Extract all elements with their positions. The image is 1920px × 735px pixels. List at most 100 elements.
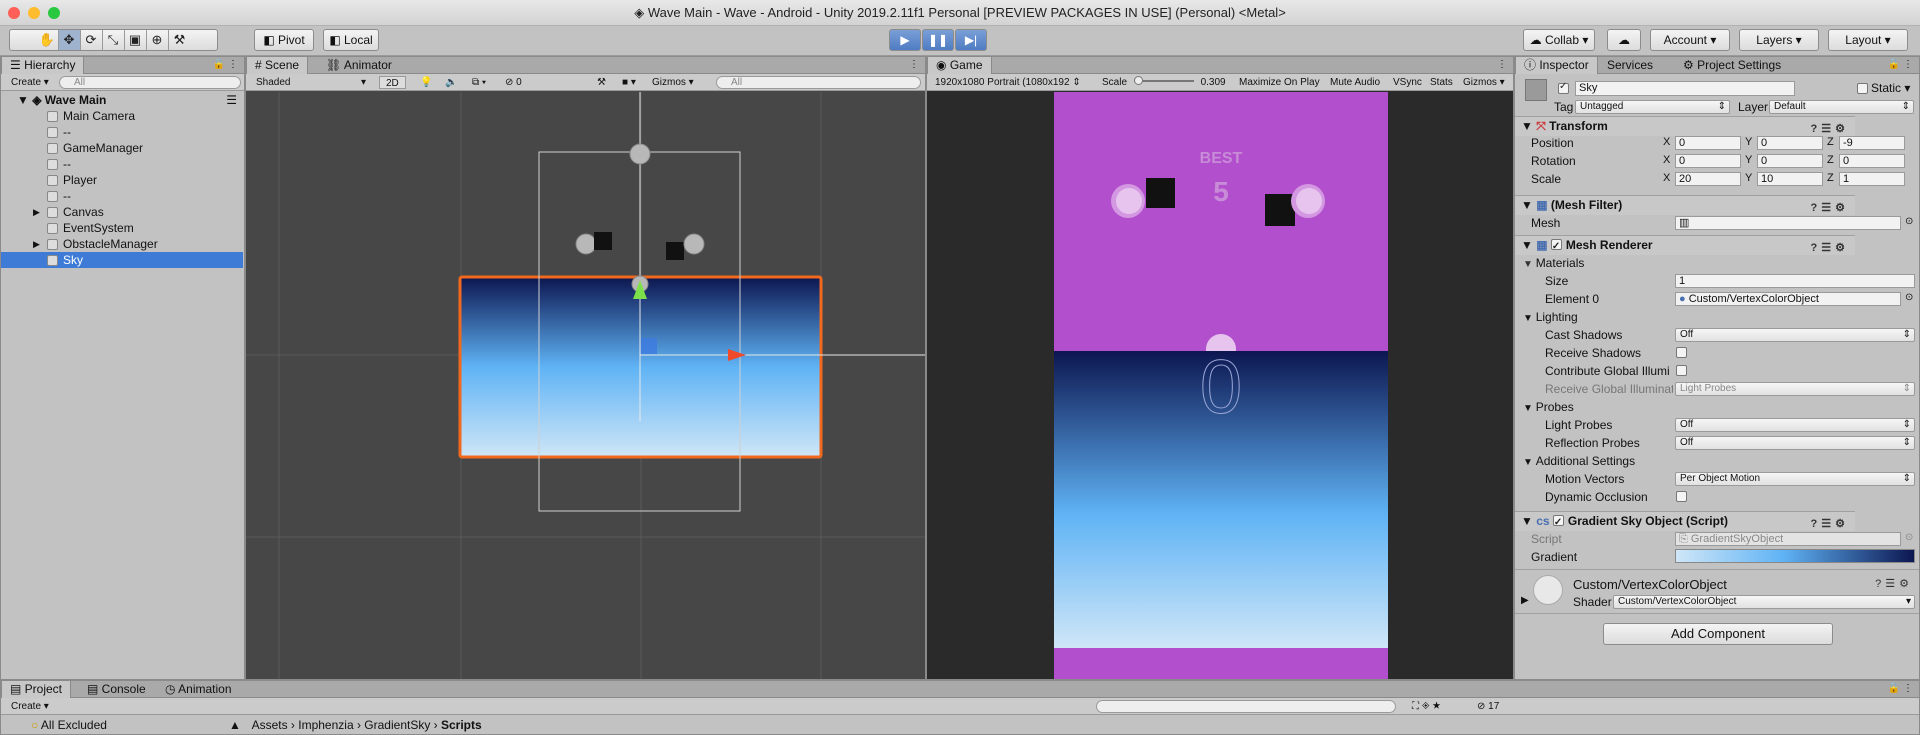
project-menu-icon[interactable]: 🔒 ⋮	[1888, 683, 1913, 694]
camera-dropdown[interactable]: ■ ▾	[616, 76, 642, 89]
scene-root-row[interactable]: ▼ ◈ Wave Main ☰	[1, 92, 243, 108]
2d-toggle[interactable]: 2D	[379, 76, 406, 89]
hierarchy-item[interactable]: Main Camera	[1, 108, 243, 124]
position-z-field[interactable]: -9	[1839, 136, 1905, 150]
maximize-on-play-toggle[interactable]: Maximize On Play	[1233, 76, 1326, 89]
reflection-probes-dropdown[interactable]: Off ⇕	[1675, 436, 1915, 450]
rotation-z-axis-label[interactable]: Z	[1827, 154, 1834, 166]
position-x-field[interactable]: 0	[1675, 136, 1741, 150]
mesh-filter-header[interactable]: ▼ ▦ (Mesh Filter) ?☰⚙	[1515, 195, 1855, 215]
dynamic-occlusion-checkbox[interactable]	[1676, 491, 1687, 502]
expand-arrow-icon[interactable]: ▶	[33, 204, 40, 220]
cast-shadows-dropdown[interactable]: Off ⇕	[1675, 328, 1915, 342]
hierarchy-item[interactable]: EventSystem	[1, 220, 243, 236]
rotation-x-axis-label[interactable]: X	[1663, 154, 1670, 166]
project-filter-icons[interactable]: ⛶ ◈ ★	[1406, 700, 1446, 713]
panel-menu-icon[interactable]: 🔒 ⋮	[213, 59, 238, 70]
scale-tool-icon[interactable]: ⤡	[103, 30, 125, 50]
scale-y-axis-label[interactable]: Y	[1745, 172, 1752, 184]
position-x-axis-label[interactable]: X	[1663, 136, 1670, 148]
hierarchy-item[interactable]: GameManager	[1, 140, 243, 156]
tab-animation[interactable]: ◷ Animation	[157, 681, 240, 698]
scale-slider-track[interactable]	[1133, 76, 1194, 85]
tab-inspector[interactable]: ⓘ Inspector	[1515, 57, 1598, 74]
mute-audio-toggle[interactable]: Mute Audio	[1324, 76, 1386, 89]
hierarchy-search-input[interactable]: All	[59, 76, 241, 89]
transform-tool-icon[interactable]: ⊕	[147, 30, 169, 50]
local-toggle[interactable]: ◧ Local	[323, 29, 379, 51]
hierarchy-item[interactable]: --	[1, 124, 243, 140]
tab-project[interactable]: ▤ Project	[1, 681, 72, 698]
tab-project-settings[interactable]: ⚙ Project Settings	[1675, 57, 1789, 74]
rotate-tool-icon[interactable]: ⟳	[81, 30, 103, 50]
inspector-menu-icon[interactable]: 🔒 ⋮	[1888, 59, 1913, 70]
scale-z-axis-label[interactable]: Z	[1827, 172, 1834, 184]
all-excluded-item[interactable]: ○ All Excluded	[31, 718, 107, 732]
move-tool-icon[interactable]: ✥	[58, 30, 81, 50]
play-button[interactable]: ▶	[889, 29, 921, 51]
rotation-y-axis-label[interactable]: Y	[1745, 154, 1752, 166]
vsync-toggle[interactable]: VSync	[1387, 76, 1428, 89]
game-gizmos-dropdown[interactable]: Gizmos ▾	[1457, 76, 1511, 89]
hierarchy-item[interactable]: --	[1, 188, 243, 204]
position-z-axis-label[interactable]: Z	[1827, 136, 1834, 148]
scale-z-field[interactable]: 1	[1839, 172, 1905, 186]
gradient-field[interactable]	[1675, 549, 1915, 563]
hierarchy-create-dropdown[interactable]: Create ▾	[5, 76, 55, 89]
tab-hierarchy[interactable]: ☰ Hierarchy	[1, 57, 85, 74]
tab-console[interactable]: ▤ Console	[79, 681, 154, 698]
account-dropdown[interactable]: Account ▾	[1650, 29, 1730, 51]
scale-slider[interactable]: Scale 0.309	[1096, 76, 1232, 89]
tools-toggle[interactable]: ⚒	[591, 76, 612, 89]
tab-services[interactable]: Services	[1599, 57, 1661, 74]
collab-dropdown[interactable]: ☁ Collab ▾	[1523, 29, 1595, 51]
shader-dropdown[interactable]: Custom/VertexColorObject ▾	[1613, 595, 1915, 609]
hierarchy-item[interactable]: Sky	[1, 252, 243, 268]
gradient-sky-enabled-checkbox[interactable]	[1552, 513, 1564, 532]
shading-mode-dropdown[interactable]: Shaded ▾	[250, 76, 370, 89]
breadcrumb-assets[interactable]: Assets	[252, 718, 288, 732]
zoom-window-icon[interactable]	[48, 7, 60, 19]
transform-header[interactable]: ▼ ⤧ Transform ?☰⚙	[1515, 116, 1855, 136]
scene-circle-right[interactable]	[683, 233, 705, 255]
probes-foldout[interactable]: ▼ Probes	[1515, 399, 1855, 415]
light-probes-dropdown[interactable]: Off ⇕	[1675, 418, 1915, 432]
hidden-packages-toggle[interactable]: ⊘ 17	[1471, 700, 1505, 713]
scale-y-field[interactable]: 10	[1757, 172, 1823, 186]
game-view[interactable]: BEST 5 0	[1054, 92, 1388, 679]
scene-menu-icon[interactable]: ☰	[226, 92, 237, 108]
mesh-picker-icon[interactable]: ⊙	[1905, 216, 1913, 227]
material-foldout-icon[interactable]: ▶	[1521, 595, 1529, 606]
rotation-z-field[interactable]: 0	[1839, 154, 1905, 168]
position-y-field[interactable]: 0	[1757, 136, 1823, 150]
static-checkbox[interactable]	[1857, 83, 1868, 94]
breadcrumb-scripts[interactable]: Scripts	[441, 718, 482, 732]
motion-vectors-dropdown[interactable]: Per Object Motion ⇕	[1675, 472, 1915, 486]
cloud-button[interactable]: ☁	[1607, 29, 1641, 51]
scene-circle-left[interactable]	[575, 233, 597, 255]
scale-x-field[interactable]: 20	[1675, 172, 1741, 186]
position-y-axis-label[interactable]: Y	[1745, 136, 1752, 148]
minimize-window-icon[interactable]	[28, 7, 40, 19]
scene-circle-top[interactable]	[629, 143, 651, 165]
additional-settings-foldout[interactable]: ▼ Additional Settings	[1515, 453, 1855, 469]
scene-panel-menu-icon[interactable]: ⋮	[909, 59, 919, 70]
object-name-field[interactable]: Sky	[1575, 81, 1795, 96]
tag-dropdown[interactable]: Untagged ⇕	[1575, 100, 1730, 114]
layers-dropdown[interactable]: Layers ▾	[1739, 29, 1819, 51]
rect-tool-icon[interactable]: ▣	[125, 30, 147, 50]
contribute-gi-checkbox[interactable]	[1676, 365, 1687, 376]
hand-tool-icon[interactable]: ✋	[37, 30, 59, 50]
gradient-sky-header[interactable]: ▼ cs Gradient Sky Object (Script)?☰⚙	[1515, 511, 1855, 532]
materials-foldout[interactable]: ▼ Materials	[1515, 255, 1855, 271]
pivot-toggle[interactable]: ◧ Pivot	[254, 29, 314, 51]
tab-animator[interactable]: ⛓ Animator	[318, 57, 400, 74]
step-button[interactable]: ▶|	[955, 29, 987, 51]
scene-square-right[interactable]	[666, 242, 684, 260]
move-gizmo-plane-handle[interactable]	[641, 338, 657, 354]
hierarchy-item[interactable]: ▶ Canvas	[1, 204, 243, 220]
pause-button[interactable]: ❚❚	[922, 29, 954, 51]
resolution-dropdown[interactable]: 1920x1080 Portrait (1080x192 ⇕	[929, 76, 1087, 89]
element0-field[interactable]: ● Custom/VertexColorObject	[1675, 292, 1901, 306]
tab-game[interactable]: ◉ Game	[927, 57, 992, 74]
